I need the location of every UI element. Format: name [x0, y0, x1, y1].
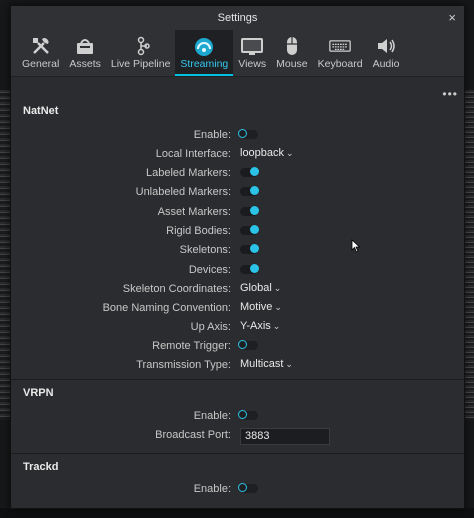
field-label: Enable: [193, 129, 231, 141]
tab-label: Views [238, 58, 267, 70]
skeletons-toggle[interactable] [240, 244, 259, 254]
streaming-settings-panel: ••• NatNet Enable: Local Interface: loop… [11, 77, 464, 508]
chevron-down-icon: ⌄ [273, 283, 282, 293]
settings-dialog: Settings × General Assets Live Pipeline [10, 5, 465, 509]
labeled-markers-toggle[interactable] [240, 167, 259, 177]
natnet-bone-naming-row: Bone Naming Convention: Motive ⌄ [11, 299, 464, 318]
trackd-enable-row: Enable: [11, 480, 464, 499]
background-viewport-bottom [0, 508, 474, 518]
local-interface-dropdown[interactable]: loopback ⌄ [240, 147, 294, 159]
title-bar: Settings × [11, 6, 464, 30]
natnet-asset-markers-row: Asset Markers: [11, 203, 464, 222]
tab-label: Audio [372, 58, 400, 70]
unlabeled-markers-toggle[interactable] [240, 186, 259, 196]
devices-toggle[interactable] [240, 264, 259, 274]
natnet-unlabeled-markers-row: Unlabeled Markers: [11, 183, 464, 202]
field-label: Bone Naming Convention: [102, 302, 231, 314]
natnet-enable-toggle[interactable] [238, 129, 258, 139]
more-options-icon[interactable]: ••• [442, 87, 458, 101]
broadcast-port-input[interactable]: 3883 [240, 428, 330, 445]
section-title-natnet: NatNet [23, 105, 59, 117]
chevron-down-icon: ⌄ [286, 148, 294, 158]
dialog-title: Settings [217, 12, 258, 24]
field-label: Skeleton Coordinates: [122, 283, 231, 295]
up-axis-dropdown[interactable]: Y-Axis ⌄ [240, 320, 280, 332]
tab-assets[interactable]: Assets [64, 30, 106, 76]
tab-streaming[interactable]: Streaming [175, 30, 234, 76]
remote-trigger-toggle[interactable] [238, 340, 258, 350]
chevron-down-icon: ⌄ [274, 302, 282, 312]
close-button[interactable]: × [448, 10, 456, 25]
basket-icon [74, 35, 96, 57]
section-title-vrpn: VRPN [23, 387, 54, 399]
tab-keyboard[interactable]: Keyboard [313, 30, 368, 76]
pipeline-icon [130, 35, 152, 57]
vrpn-broadcast-port-row: Broadcast Port: 3883 [11, 426, 464, 445]
field-label: Unlabeled Markers: [135, 186, 231, 198]
tab-label: Assets [69, 58, 101, 70]
keyboard-icon [329, 35, 351, 57]
trackd-enable-toggle[interactable] [238, 483, 258, 493]
transmission-type-dropdown[interactable]: Multicast ⌄ [240, 358, 293, 370]
monitor-icon [241, 35, 264, 57]
field-label: Asset Markers: [157, 206, 231, 218]
tools-icon [30, 35, 52, 57]
natnet-rigid-bodies-row: Rigid Bodies: [11, 222, 464, 241]
section-title-trackd: Trackd [23, 461, 59, 473]
tab-label: Keyboard [317, 58, 363, 70]
chevron-down-icon: ⌄ [272, 321, 281, 331]
vrpn-enable-toggle[interactable] [238, 410, 258, 420]
tab-label: Live Pipeline [110, 58, 171, 70]
field-label: Broadcast Port: [155, 429, 231, 441]
natnet-enable-row: Enable: [11, 126, 464, 145]
streaming-icon [193, 35, 215, 57]
vrpn-enable-row: Enable: [11, 407, 464, 426]
field-label: Up Axis: [190, 321, 231, 333]
background-viewport-left [0, 90, 10, 420]
tab-mouse[interactable]: Mouse [271, 30, 313, 76]
tab-label: Streaming [180, 58, 229, 70]
field-label: Local Interface: [155, 148, 231, 160]
field-label: Labeled Markers: [146, 167, 231, 179]
natnet-up-axis-row: Up Axis: Y-Axis ⌄ [11, 318, 464, 337]
natnet-skeleton-coordinates-row: Skeleton Coordinates: Global ⌄ [11, 280, 464, 299]
settings-tab-bar: General Assets Live Pipeline Streaming V… [11, 30, 464, 77]
field-label: Enable: [193, 410, 231, 422]
tab-general[interactable]: General [17, 30, 64, 76]
field-label: Rigid Bodies: [166, 225, 231, 237]
chevron-down-icon: ⌄ [285, 359, 293, 369]
asset-markers-toggle[interactable] [240, 206, 259, 216]
bone-naming-dropdown[interactable]: Motive ⌄ [240, 301, 282, 313]
natnet-skeletons-row: Skeletons: [11, 241, 464, 260]
natnet-transmission-type-row: Transmission Type: Multicast ⌄ [11, 356, 464, 375]
section-divider [11, 379, 464, 380]
speaker-icon [375, 35, 397, 57]
field-label: Skeletons: [179, 244, 231, 256]
field-label: Devices: [188, 264, 231, 276]
mouse-pointer-icon [351, 239, 361, 256]
natnet-local-interface-row: Local Interface: loopback ⌄ [11, 145, 464, 164]
skeleton-coordinates-dropdown[interactable]: Global ⌄ [240, 282, 281, 294]
field-label: Remote Trigger: [152, 340, 231, 352]
rigid-bodies-toggle[interactable] [240, 225, 259, 235]
natnet-remote-trigger-row: Remote Trigger: [11, 337, 464, 356]
section-divider [11, 453, 464, 454]
tab-label: Mouse [276, 58, 308, 70]
tab-label: General [22, 58, 60, 70]
natnet-devices-row: Devices: [11, 261, 464, 280]
field-label: Enable: [193, 483, 231, 495]
tab-audio[interactable]: Audio [368, 30, 405, 76]
mouse-icon [281, 35, 303, 57]
natnet-labeled-markers-row: Labeled Markers: [11, 164, 464, 183]
field-label: Transmission Type: [136, 359, 231, 371]
tab-views[interactable]: Views [233, 30, 271, 76]
tab-live-pipeline[interactable]: Live Pipeline [106, 30, 176, 76]
